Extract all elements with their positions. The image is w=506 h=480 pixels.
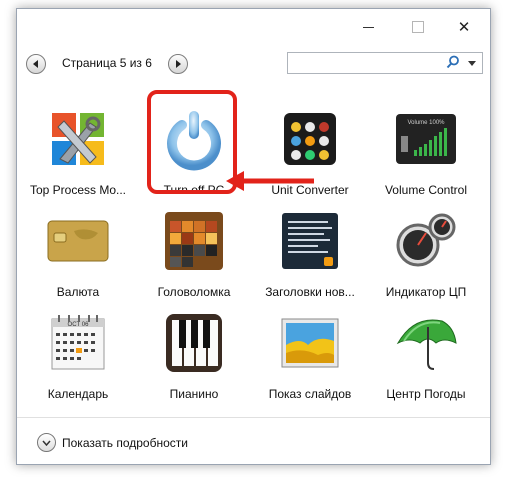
previous-page-button[interactable] [26, 54, 46, 74]
minimize-icon [362, 26, 374, 28]
close-button[interactable]: ✕ [444, 15, 484, 39]
gadget-label: Volume Control [384, 183, 468, 197]
volume-icon-text: Volume 100% [407, 120, 445, 126]
search-dropdown-arrow-icon[interactable] [468, 61, 476, 66]
chevron-left-icon [33, 60, 38, 68]
show-details-label: Показать подробности [62, 435, 188, 450]
gadget-label: Индикатор ЦП [385, 285, 467, 299]
gadget-cpu-meter[interactable]: Индикатор ЦП [367, 205, 485, 305]
chevron-right-icon [176, 60, 181, 68]
gadget-puzzle[interactable]: Головоломка [135, 205, 253, 305]
gadget-label: Пианино [169, 387, 219, 401]
news-headlines-icon [274, 205, 346, 277]
calendar-icon-month: OCT 06 [68, 322, 90, 328]
slideshow-icon [274, 307, 346, 379]
umbrella-icon [390, 307, 462, 379]
gadget-volume-control[interactable]: Volume 100% Volume Control [367, 103, 485, 203]
maximize-icon [412, 21, 424, 33]
gadget-currency[interactable]: Валюта [19, 205, 137, 305]
gadget-calendar[interactable]: OCT 06 Календарь [19, 307, 137, 407]
red-arrow-icon [226, 171, 314, 191]
gadget-label: Top Process Mo... [29, 183, 127, 197]
cpu-gauge-icon [390, 205, 462, 277]
footer-divider [17, 417, 490, 418]
gadget-label: Центр Погоды [386, 387, 466, 401]
search-box[interactable] [287, 52, 483, 74]
gadgets-window: ✕ Страница 5 из 6 Top Process Mo... Turn… [16, 8, 491, 465]
gadget-piano[interactable]: Пианино [135, 307, 253, 407]
gadget-label: Заголовки нов... [265, 285, 355, 299]
gadget-slideshow[interactable]: Показ слайдов [251, 307, 369, 407]
puzzle-icon [158, 205, 230, 277]
calendar-icon: OCT 06 [42, 307, 114, 379]
piano-icon [158, 307, 230, 379]
tools-icon [42, 103, 114, 175]
gadget-news-headlines[interactable]: Заголовки нов... [251, 205, 369, 305]
gadget-label: Показ слайдов [268, 387, 352, 401]
search-input[interactable] [290, 54, 444, 72]
gadget-label: Валюта [56, 285, 100, 299]
highlight-box [147, 90, 237, 194]
gadget-top-process-monitor[interactable]: Top Process Mo... [19, 103, 137, 203]
unit-converter-icon [274, 103, 346, 175]
gadget-label: Головоломка [157, 285, 231, 299]
show-details-toggle[interactable]: Показать подробности [37, 433, 188, 452]
search-icon[interactable] [446, 55, 460, 69]
next-page-button[interactable] [168, 54, 188, 74]
volume-icon: Volume 100% [390, 103, 462, 175]
page-indicator: Страница 5 из 6 [62, 56, 152, 70]
gadget-weather-center[interactable]: Центр Погоды [367, 307, 485, 407]
currency-card-icon [42, 205, 114, 277]
minimize-button[interactable] [348, 15, 388, 39]
gadget-label: Календарь [47, 387, 109, 401]
maximize-button[interactable] [398, 15, 438, 39]
chevron-down-icon[interactable] [37, 433, 56, 452]
